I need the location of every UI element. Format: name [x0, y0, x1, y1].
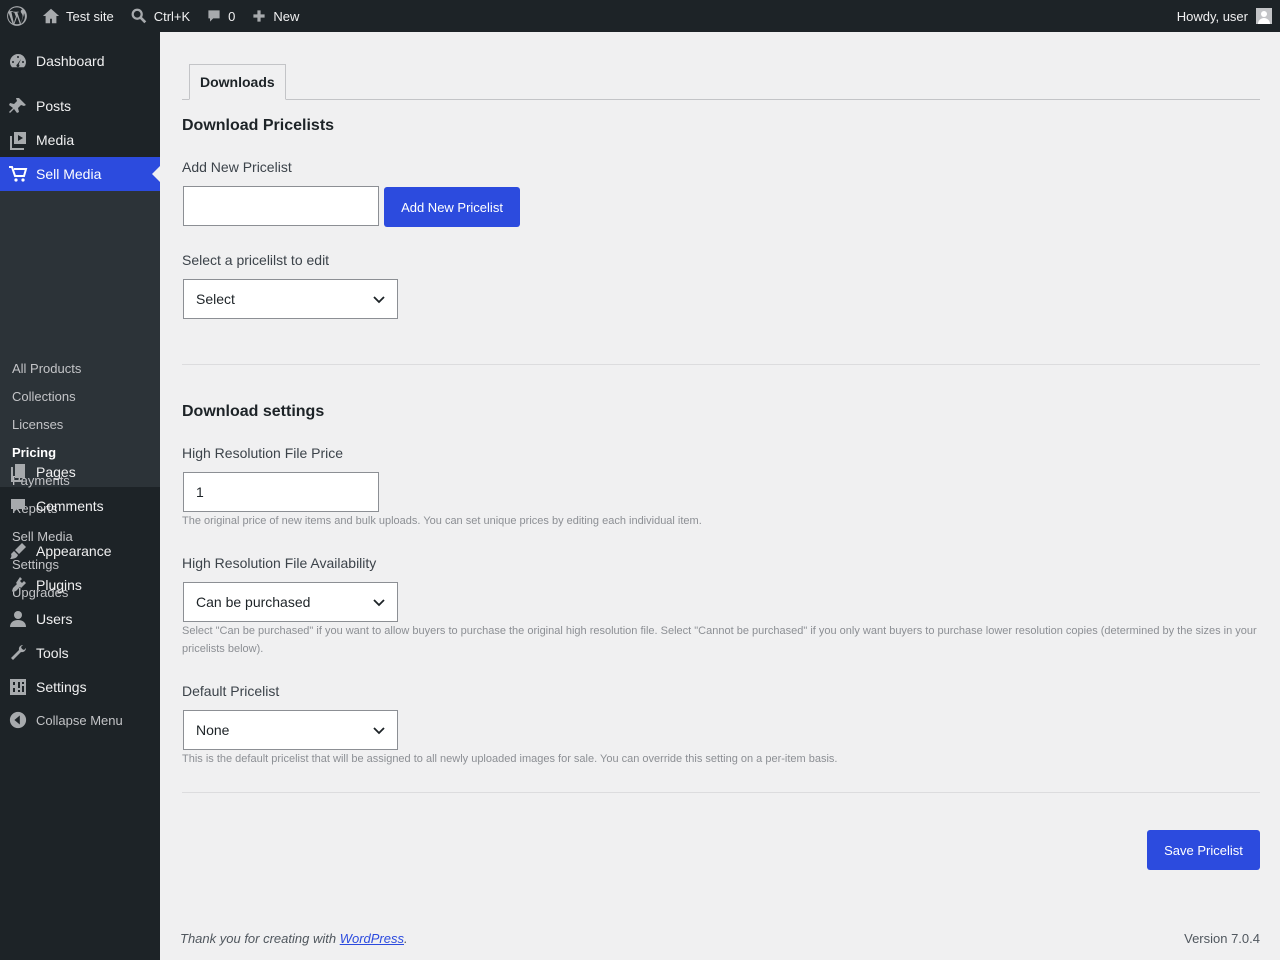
select-value: None: [196, 722, 230, 738]
availability-desc-line-2: pricelists below).: [182, 643, 264, 655]
select-value: Can be purchased: [196, 594, 311, 610]
section-divider: [182, 364, 1260, 365]
chevron-down-icon: [373, 296, 385, 304]
collapse-icon: [9, 711, 27, 729]
new-label: New: [273, 8, 300, 24]
menu-plugins[interactable]: Plugins: [0, 568, 160, 602]
comment-icon: [11, 499, 25, 513]
admin-bar: Test site Ctrl+K 0 New Howdy, user: [0, 0, 1280, 32]
pages-icon: [11, 464, 25, 482]
footer-thanks: Thank you for creating with WordPress.: [180, 931, 408, 946]
menu-pages[interactable]: Pages: [0, 455, 160, 489]
menu-label: Plugins: [36, 577, 82, 593]
hires-price-label: High Resolution File Price: [182, 445, 344, 461]
wrench-icon: [11, 644, 27, 660]
menu-label: Media: [36, 132, 75, 148]
chevron-down-icon: [373, 727, 385, 735]
save-pricelist-button[interactable]: Save Pricelist: [1147, 830, 1260, 870]
new-content-link[interactable]: New: [243, 0, 307, 32]
menu-posts[interactable]: Posts: [0, 89, 160, 123]
availability-description: Select "Can be purchased" if you want to…: [182, 622, 1272, 658]
comments-count: 0: [228, 8, 236, 24]
chevron-down-icon: [373, 599, 385, 607]
site-name: Test site: [66, 8, 114, 24]
cart-icon: [9, 166, 28, 182]
availability-select[interactable]: Can be purchased: [183, 582, 398, 622]
availability-label: High Resolution File Availability: [182, 555, 377, 571]
sliders-icon: [10, 679, 26, 695]
home-icon: [42, 8, 60, 24]
menu-dashboard[interactable]: Dashboard: [0, 44, 160, 78]
menu-sell-media[interactable]: Sell Media: [0, 157, 160, 191]
add-new-pricelist-button[interactable]: Add New Pricelist: [384, 187, 520, 227]
submenu-collections[interactable]: Collections: [12, 389, 76, 404]
search-icon: [131, 8, 146, 24]
site-name-link[interactable]: Test site: [34, 0, 122, 32]
howdy-text: Howdy, user: [1176, 8, 1248, 24]
my-account[interactable]: Howdy, user: [1177, 8, 1280, 24]
search-shortcut: Ctrl+K: [153, 8, 191, 24]
menu-appearance[interactable]: Appearance: [0, 534, 160, 568]
menu-media[interactable]: Media: [0, 123, 160, 157]
menu-label: Settings: [36, 679, 87, 695]
section-divider: [182, 792, 1260, 793]
new-pricelist-input[interactable]: [183, 186, 379, 226]
select-value: Select: [196, 291, 235, 307]
hires-price-input[interactable]: [183, 472, 379, 512]
tab-downloads[interactable]: Downloads: [189, 64, 286, 100]
comment-icon: [208, 10, 220, 22]
pricelist-select[interactable]: Select: [183, 279, 398, 319]
default-pricelist-label: Default Pricelist: [182, 683, 280, 699]
submenu-all-products[interactable]: All Products: [12, 361, 81, 376]
comments-link[interactable]: 0: [198, 0, 243, 32]
collapse-menu-button[interactable]: Collapse Menu: [0, 710, 160, 730]
menu-label: Dashboard: [36, 53, 105, 69]
sell-media-submenu: All Products Collections Licenses Pricin…: [0, 190, 160, 600]
pin-icon: [9, 98, 26, 113]
footer-thanks-suffix: .: [404, 931, 408, 946]
default-pricelist-description: This is the default pricelist that will …: [182, 753, 838, 765]
footer-thanks-prefix: Thank you for creating with: [180, 931, 340, 946]
menu-label: Posts: [36, 98, 72, 114]
pricelists-heading: Download Pricelists: [182, 117, 335, 134]
collapse-label: Collapse Menu: [36, 712, 123, 728]
wordpress-link[interactable]: WordPress: [340, 931, 404, 946]
menu-label: Sell Media: [36, 166, 102, 182]
avatar: [1256, 8, 1272, 24]
plus-icon: [253, 10, 266, 22]
availability-desc-line-1: Select "Can be purchased" if you want to…: [182, 625, 1257, 637]
menu-settings[interactable]: Settings: [0, 670, 160, 704]
footer-version: Version 7.0.4: [1184, 931, 1260, 946]
wordpress-logo[interactable]: [0, 0, 34, 32]
menu-label: Comments: [36, 498, 104, 514]
default-pricelist-select[interactable]: None: [183, 710, 398, 750]
download-settings-heading: Download settings: [182, 403, 325, 420]
wordpress-logo-icon: [7, 6, 27, 26]
dashboard-icon: [10, 54, 26, 68]
media-icon: [10, 132, 26, 150]
hires-price-description: The original price of new items and bulk…: [182, 515, 702, 527]
tab-underline: [182, 99, 1260, 100]
add-new-pricelist-label: Add New Pricelist: [182, 159, 292, 175]
menu-label: Appearance: [36, 543, 112, 559]
brush-icon: [10, 543, 26, 559]
menu-label: Tools: [36, 645, 69, 661]
plugin-icon: [12, 577, 26, 592]
menu-tools[interactable]: Tools: [0, 636, 160, 670]
menu-users[interactable]: Users: [0, 602, 160, 636]
menu-comments[interactable]: Comments: [0, 489, 160, 523]
menu-label: Pages: [36, 464, 76, 480]
select-pricelist-label: Select a pricelilst to edit: [182, 252, 330, 268]
user-icon: [10, 611, 26, 627]
submenu-licenses[interactable]: Licenses: [12, 417, 63, 432]
command-palette-link[interactable]: Ctrl+K: [122, 0, 198, 32]
menu-label: Users: [36, 611, 73, 627]
